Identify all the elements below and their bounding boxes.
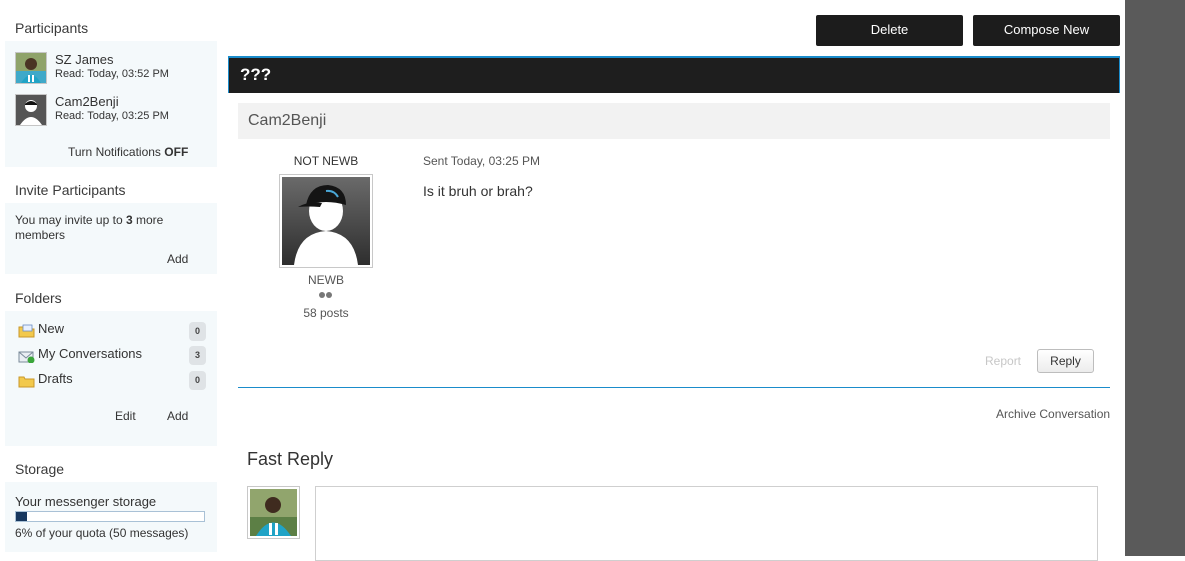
right-scroll-strip [1125,0,1185,556]
author-post-count[interactable]: 58 posts [280,306,372,320]
storage-usage-text: 6% of your quota (50 messages) [15,526,189,540]
storage-bar-fill [16,512,28,521]
notifications-toggle[interactable]: Turn Notifications OFF [68,145,188,159]
avatar[interactable] [15,94,47,126]
storage-bar [15,511,205,522]
archive-conversation-link[interactable]: Archive Conversation [996,407,1110,421]
folders-add-link[interactable]: Add [167,409,188,423]
invite-text-suffix: more [136,213,164,227]
author-rank: NEWB [308,273,344,287]
folder-count-badge: 0 [189,371,206,390]
participant-name[interactable]: SZ James [55,52,114,67]
new-folder-icon [18,324,35,338]
author-avatar-image [282,177,370,265]
avatar[interactable] [15,52,47,84]
notifications-label: Turn Notifications [68,145,161,159]
current-user-avatar [247,486,300,539]
fast-reply-title: Fast Reply [247,449,334,469]
message-divider [238,387,1110,388]
folder-count-badge: 0 [189,322,206,341]
participant-read-time: Read: Today, 03:25 PM [55,110,169,122]
reply-button[interactable]: Reply [1037,349,1094,373]
invite-count: 3 [125,213,133,227]
message-sent-time: Sent Today, 03:25 PM [423,154,540,168]
folder-label[interactable]: Drafts [38,371,73,386]
invite-text-prefix: You may invite up to [15,213,123,227]
folders-panel: New 0 My Conversations 3 Drafts 0 Edit A… [5,311,217,446]
storage-label: Your messenger storage [15,494,157,509]
conversations-folder-icon [18,351,35,363]
reputation-dot [319,292,325,298]
participants-panel: SZ James Read: Today, 03:52 PM Cam2Benji… [5,41,217,167]
participant-name[interactable]: Cam2Benji [55,94,119,109]
invite-title: Invite Participants [15,182,126,198]
author-user-title: NOT NEWB [293,154,359,168]
invite-text: You may invite up to 3 more members [15,213,205,243]
delete-button[interactable]: Delete [816,15,963,46]
storage-title: Storage [15,461,65,477]
folders-edit-link[interactable]: Edit [115,409,136,423]
reputation-dot [326,292,332,298]
reputation-dots [319,292,333,299]
report-link[interactable]: Report [985,354,1021,368]
author-avatar[interactable] [279,174,373,268]
folder-label[interactable]: My Conversations [38,346,142,361]
message-author-header[interactable]: Cam2Benji [238,103,1110,139]
storage-panel: Your messenger storage 6% of your quota … [5,482,217,552]
message-body: Is it bruh or brah? [423,183,533,199]
compose-new-button[interactable]: Compose New [973,15,1120,46]
notifications-state: OFF [164,145,189,159]
folder-count-badge: 3 [189,346,206,365]
conversation-title: ??? [228,56,1120,93]
invite-text-line2: members [15,228,66,242]
fast-reply-textarea[interactable] [315,486,1098,561]
participants-title: Participants [15,20,89,36]
folder-label[interactable]: New [38,321,64,336]
folders-title: Folders [15,290,62,306]
participant-read-time: Read: Today, 03:52 PM [55,68,169,80]
invite-add-link[interactable]: Add [167,252,188,266]
invite-panel: You may invite up to 3 more members Add [5,203,217,274]
drafts-folder-icon [18,376,35,388]
